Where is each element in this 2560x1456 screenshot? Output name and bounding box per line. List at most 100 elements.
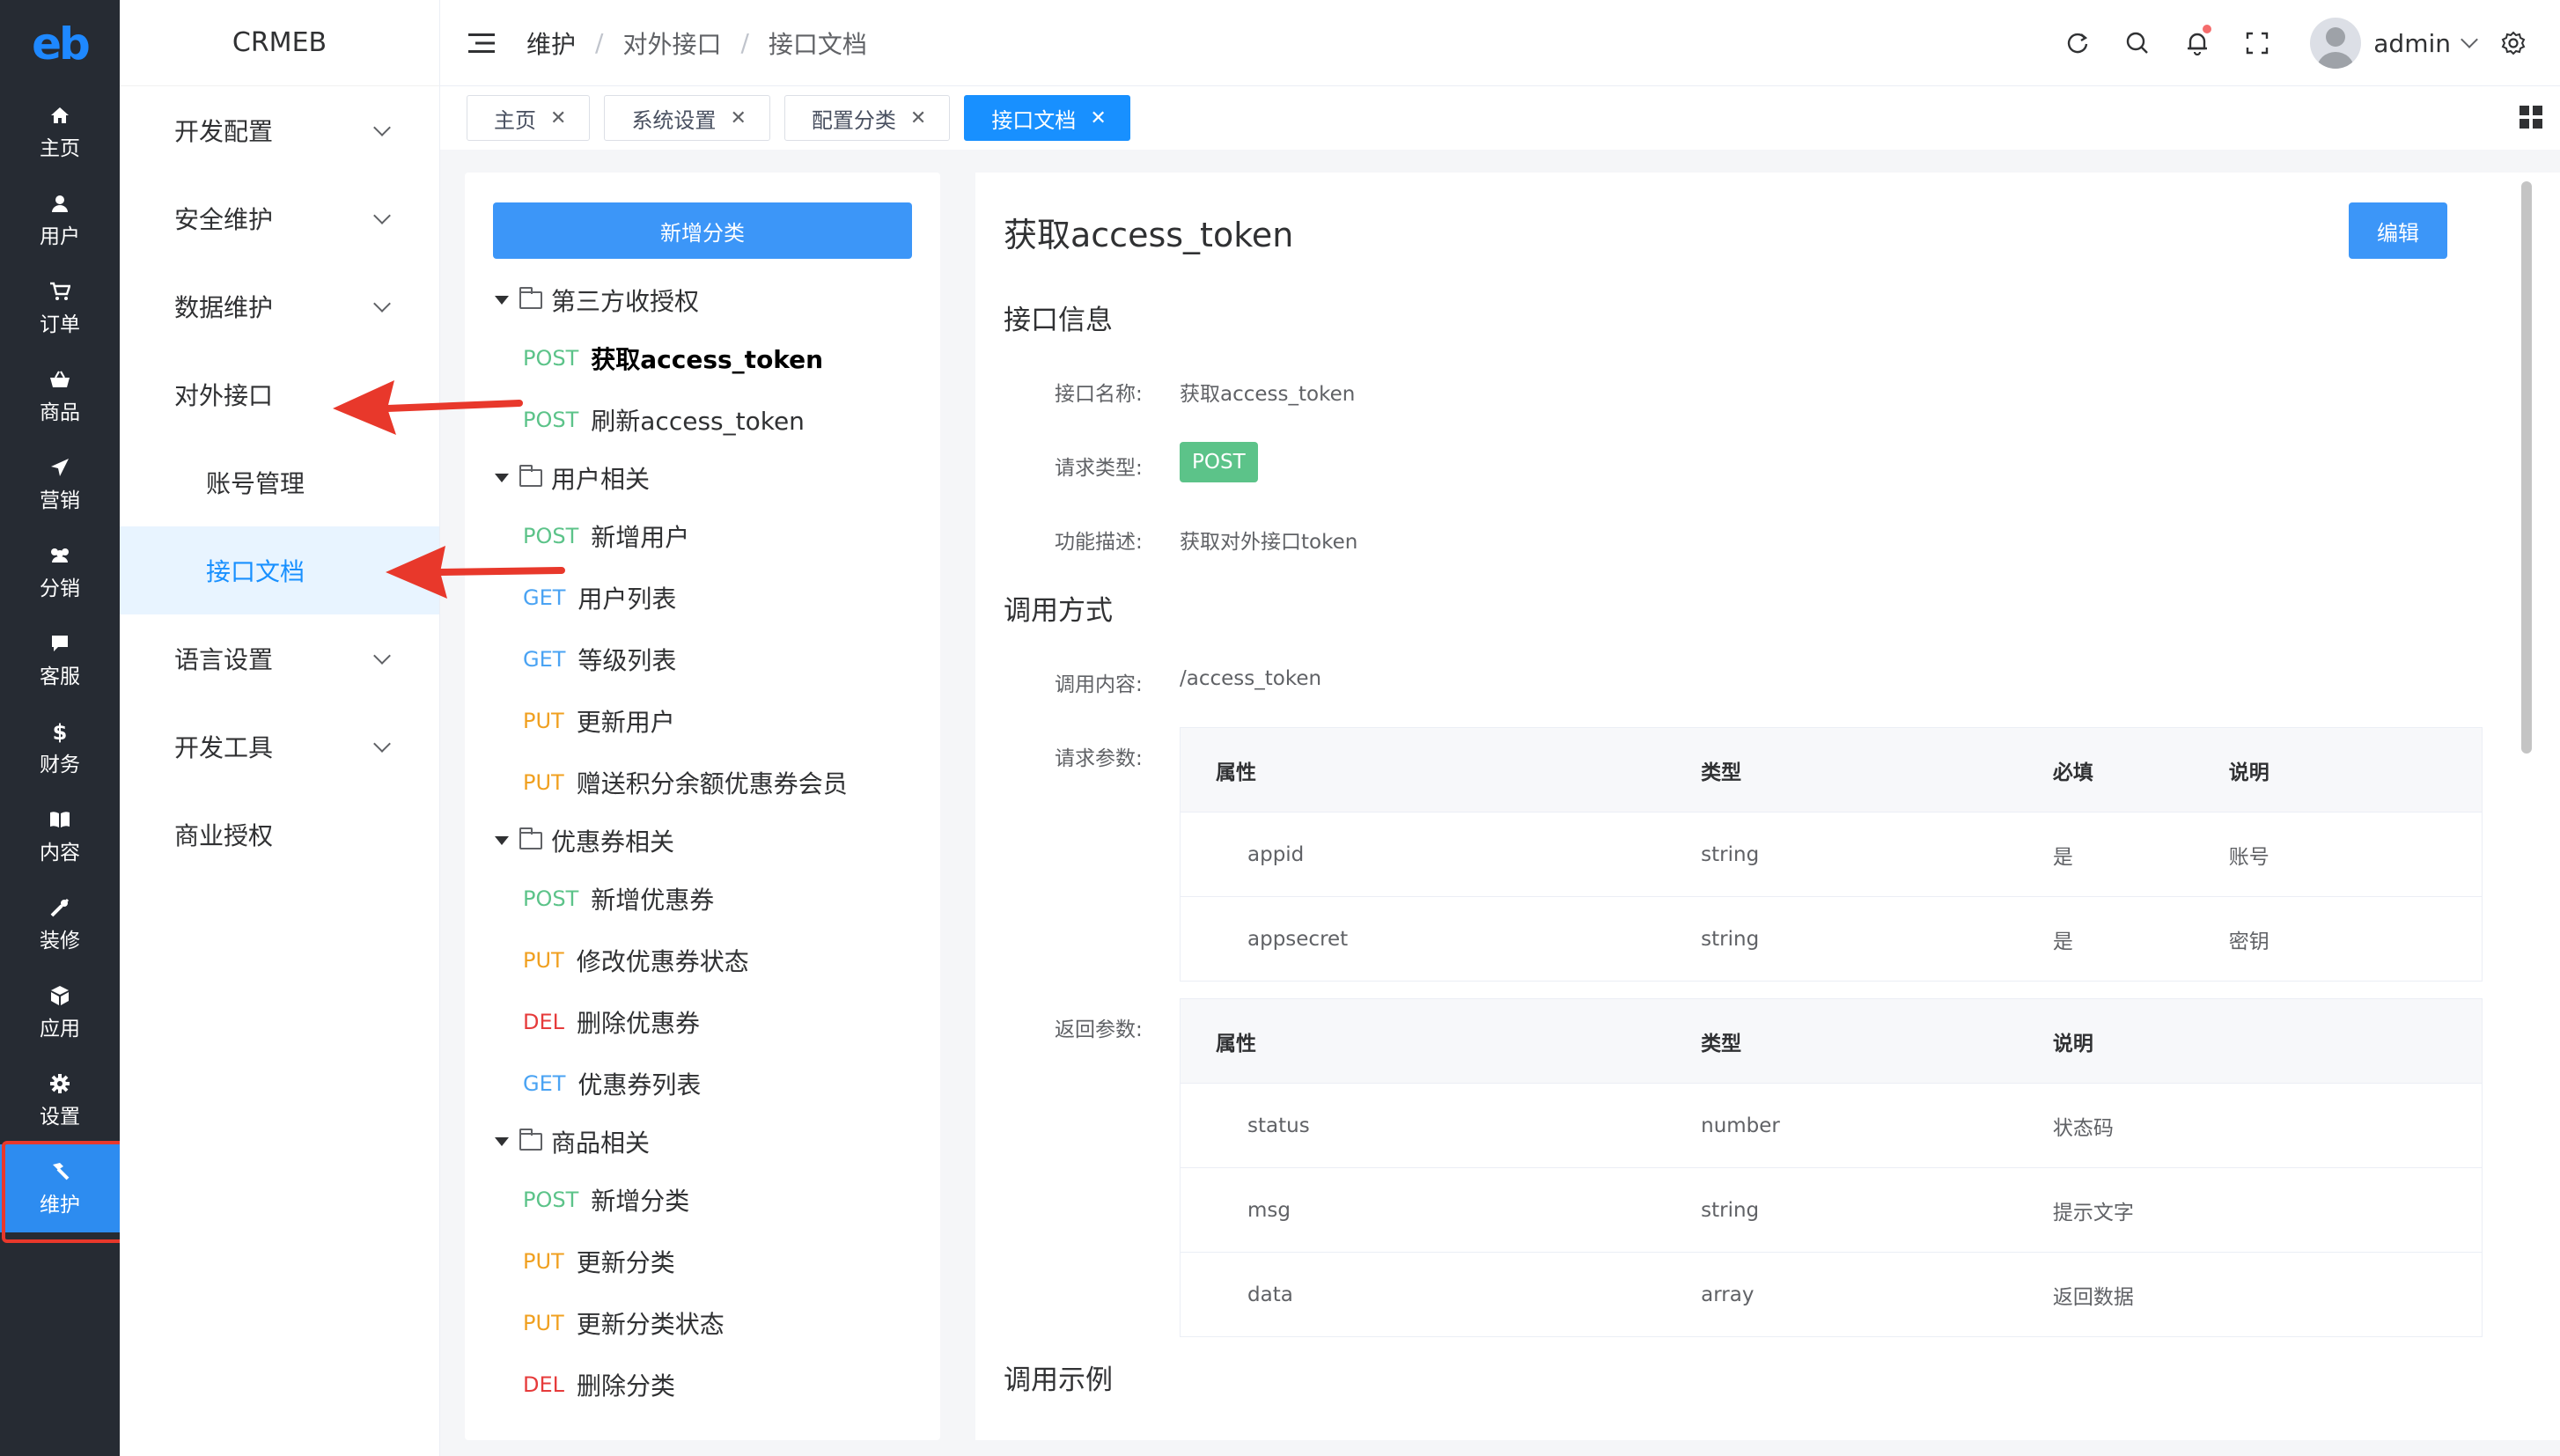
user-icon [48, 191, 72, 216]
tree-api-item[interactable]: POST 刷新access_token [465, 389, 940, 451]
breadcrumb-item[interactable]: 对外接口 [622, 26, 721, 61]
tree-api-item[interactable]: DEL 删除分类 [465, 1354, 940, 1416]
tab-label: 配置分类 [811, 107, 896, 133]
tree-api-item[interactable]: PUT 修改优惠券状态 [465, 930, 940, 991]
rail-item-send[interactable]: 营销 [0, 440, 120, 528]
close-icon[interactable]: ✕ [910, 107, 926, 129]
tree-api-item[interactable]: PUT 更新分类 [465, 1231, 940, 1292]
edit-button[interactable]: 编辑 [2349, 202, 2447, 259]
rail-item-home[interactable]: 主页 [0, 88, 120, 176]
method-tag: POST [523, 1188, 579, 1212]
settings-icon[interactable] [2488, 0, 2539, 86]
menu-item-label: 开发配置 [174, 117, 274, 146]
rail-item-cube[interactable]: 应用 [0, 968, 120, 1056]
rail-item-hammer[interactable]: 维护 [0, 1144, 120, 1232]
rail-item-label: 维护 [40, 1194, 80, 1217]
tree-api-item[interactable]: POST 新增分类 [465, 1169, 940, 1231]
tree-group[interactable]: 商品相关 [465, 1114, 940, 1169]
crmeb-logo[interactable]: eb [0, 0, 120, 88]
menu-item[interactable]: 接口文档 [120, 526, 439, 614]
rail-item-gear[interactable]: 设置 [0, 1056, 120, 1144]
rail-item-label: 财务 [40, 754, 80, 776]
method-tag: DEL [523, 1372, 565, 1397]
scrollbar[interactable] [2521, 181, 2532, 754]
search-icon[interactable] [2108, 0, 2167, 86]
field-label: 功能描述: [1055, 531, 1143, 554]
field-value: 获取对外接口token [1180, 531, 1358, 554]
rail-item-users[interactable]: 分销 [0, 528, 120, 616]
hamburger-icon[interactable] [467, 28, 497, 58]
menu-item[interactable]: 开发工具 [120, 702, 439, 791]
api-name: 删除分类 [577, 1371, 676, 1401]
menu-item-label: 安全维护 [174, 205, 274, 234]
tabs-menu-icon[interactable] [2520, 106, 2542, 129]
menu-item[interactable]: 安全维护 [120, 174, 439, 262]
rail-item-dollar[interactable]: $ 财务 [0, 704, 120, 792]
table-header-cell: 必填 [2041, 727, 2218, 813]
menu-item[interactable]: 开发配置 [120, 86, 439, 174]
add-category-button[interactable]: 新增分类 [493, 202, 912, 259]
menu-item[interactable]: 语言设置 [120, 614, 439, 702]
tab[interactable]: 主页 ✕ [467, 95, 591, 141]
section-title: 接口信息 [1004, 305, 1113, 336]
api-tree-panel: 新增分类 第三方收授权 POST 获取access_token POST 刷新acces… [465, 173, 940, 1440]
close-icon[interactable]: ✕ [550, 107, 566, 129]
table-cell: 是 [2041, 812, 2218, 897]
tree-api-item[interactable]: GET 用户列表 [465, 567, 940, 629]
table-cell: data [1180, 1252, 1691, 1337]
tree-group[interactable]: 第三方收授权 [465, 273, 940, 327]
tree-api-item[interactable]: PUT 更新分类状态 [465, 1292, 940, 1354]
rail-item-tools[interactable]: 装修 [0, 880, 120, 968]
method-tag: PUT [523, 948, 564, 973]
table-header-cell: 说明 [2218, 727, 2483, 813]
table-cell: status [1180, 1083, 1691, 1168]
tree-group[interactable]: 优惠券相关 [465, 813, 940, 868]
method-badge: POST [1180, 442, 1258, 482]
rail-item-label: 设置 [40, 1106, 80, 1129]
folder-icon [519, 465, 542, 487]
method-tag: GET [523, 1071, 566, 1096]
rail-item-basket[interactable]: 商品 [0, 352, 120, 440]
method-tag: DEL [523, 1010, 565, 1034]
bell-icon[interactable] [2167, 0, 2227, 86]
fullscreen-icon[interactable] [2227, 0, 2287, 86]
tab[interactable]: 配置分类 ✕ [783, 95, 951, 141]
method-tag: PUT [523, 770, 564, 795]
tree-api-item[interactable]: GET 等级列表 [465, 629, 940, 690]
menu-item[interactable]: 账号管理 [120, 438, 439, 526]
api-name: 修改优惠券状态 [576, 947, 749, 976]
rail-item-book[interactable]: 内容 [0, 792, 120, 880]
menu-item[interactable]: 对外接口 [120, 350, 439, 438]
tree-group[interactable]: 用户相关 [465, 451, 940, 505]
table-row: appsecret string 是密钥 [1180, 896, 2483, 982]
menu-item[interactable]: 数据维护 [120, 262, 439, 350]
tree-api-item[interactable]: POST 新增优惠券 [465, 868, 940, 930]
breadcrumb-item[interactable]: 维护 [526, 26, 576, 61]
rail-item-label: 装修 [40, 930, 80, 952]
tree-api-item[interactable]: DEL 删除优惠券 [465, 991, 940, 1053]
rail-item-chat[interactable]: 客服 [0, 616, 120, 704]
tab[interactable]: 接口文档 ✕ [964, 95, 1130, 141]
menu-item[interactable]: 商业授权 [120, 791, 439, 879]
tab[interactable]: 系统设置 ✕ [604, 95, 770, 141]
chevron-down-icon[interactable] [2461, 31, 2478, 48]
avatar[interactable] [2310, 18, 2362, 69]
rail-item-user[interactable]: 用户 [0, 176, 120, 264]
close-icon[interactable]: ✕ [730, 107, 746, 129]
tree-api-item[interactable]: POST 获取access_token [465, 327, 940, 389]
username[interactable]: admin [2373, 29, 2451, 58]
rail-item-cart[interactable]: 订单 [0, 264, 120, 352]
api-name: 新增用户 [591, 523, 690, 552]
tree-api-item[interactable]: PUT 更新用户 [465, 690, 940, 752]
tree-api-item[interactable]: PUT 赠送积分余额优惠券会员 [465, 752, 940, 813]
method-tag: POST [523, 886, 579, 911]
api-name: 删除优惠券 [577, 1009, 701, 1038]
tree-api-item[interactable]: POST 新增用户 [465, 505, 940, 567]
tree-group-label: 第三方收授权 [551, 287, 700, 316]
refresh-icon[interactable] [2048, 0, 2108, 86]
notification-dot [2203, 25, 2212, 33]
menu-item-label: 开发工具 [174, 733, 274, 762]
tree-api-item[interactable]: GET 优惠券列表 [465, 1053, 940, 1114]
close-icon[interactable]: ✕ [1090, 107, 1106, 129]
dollar-icon: $ [48, 719, 72, 744]
